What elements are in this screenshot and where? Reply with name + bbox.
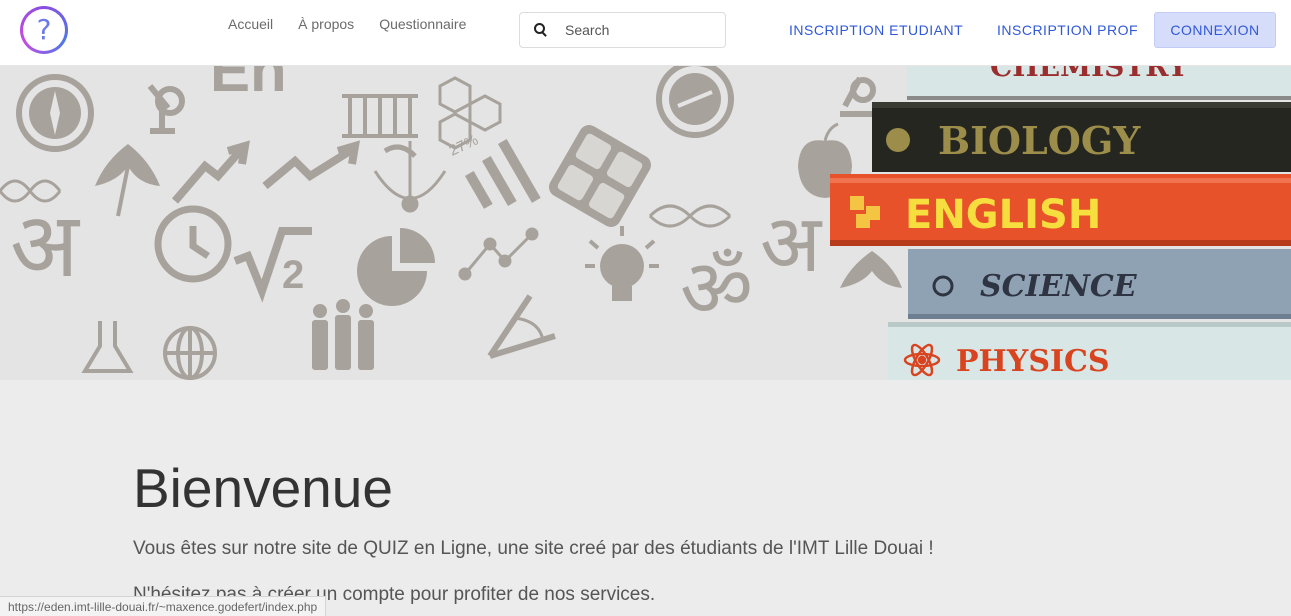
intro-paragraph: Vous êtes sur notre site de QUIZ en Lign… (133, 538, 934, 559)
connexion-button[interactable]: CONNEXION (1154, 12, 1276, 48)
hero-banner: 27% 2 ॐ अ अ En CHEMISTRY BIOLOGY ENGLISH… (0, 66, 1291, 380)
hero-illustration: 27% 2 ॐ अ अ En CHEMISTRY BIOLOGY ENGLISH… (0, 66, 1291, 380)
leaf-icon (840, 251, 902, 288)
book-chemistry-label: CHEMISTRY (990, 66, 1189, 83)
pie-chart-icon (357, 228, 435, 306)
alphabet-blocks-icon (850, 196, 864, 210)
pendulum-icon (373, 141, 447, 213)
hindi-letter-icon: अ (760, 197, 823, 290)
leaf-icon (95, 144, 160, 217)
welcome-section: Bienvenue Vous êtes sur notre site de QU… (133, 456, 934, 605)
protractor-icon (487, 294, 556, 359)
compass-icon (656, 66, 734, 138)
clock-icon (154, 205, 232, 283)
browser-status-bar: https://eden.imt-lille-douai.fr/~maxence… (0, 596, 327, 616)
molecule-icon (438, 76, 502, 150)
search-icon[interactable] (534, 23, 548, 37)
inscription-etudiant-button[interactable]: INSCRIPTION ETUDIANT (789, 22, 963, 38)
logo-icon[interactable]: ? (20, 6, 68, 54)
light-bulb-icon (585, 226, 659, 301)
book-physics-label: PHYSICS (956, 344, 1110, 379)
nav-link-accueil[interactable]: Accueil (228, 16, 273, 32)
test-tube-rack-icon (342, 94, 418, 138)
bar-chart-icon (465, 139, 541, 209)
book-chemistry: CHEMISTRY (907, 66, 1291, 100)
logo-inner: ? (23, 9, 65, 51)
search-box (519, 12, 726, 48)
nav-link-questionnaire[interactable]: Questionnaire (379, 16, 466, 32)
compass-icon (16, 74, 94, 152)
microscope-icon (147, 84, 185, 134)
brain-icon (886, 128, 910, 152)
trend-arrow-icon (262, 140, 360, 190)
people-group-icon (312, 299, 374, 370)
en-letters-icon: En (210, 66, 287, 104)
page-title: Bienvenue (133, 457, 393, 519)
flask-icon (81, 321, 134, 373)
question-mark-icon: ? (36, 13, 52, 46)
svg-text:2: 2 (282, 253, 304, 297)
hindi-letter-icon: अ (10, 193, 81, 298)
book-english: ENGLISH (830, 174, 1291, 246)
globe-icon (163, 326, 217, 380)
book-science: SCIENCE (908, 249, 1291, 319)
dna-icon (648, 204, 732, 228)
calculator-icon (549, 125, 651, 227)
inscription-prof-button[interactable]: INSCRIPTION PROF (997, 22, 1138, 38)
book-science-label: SCIENCE (980, 269, 1138, 304)
book-biology-label: BIOLOGY (938, 118, 1141, 163)
top-navbar: ? Accueil À propos Questionnaire INSCRIP… (0, 0, 1291, 66)
om-symbol-icon: ॐ (680, 242, 753, 335)
search-input[interactable] (565, 22, 705, 38)
trend-arrow-icon (171, 140, 250, 204)
book-physics: PHYSICS (888, 322, 1291, 380)
nav-link-a-propos[interactable]: À propos (298, 16, 354, 32)
nav-links: Accueil À propos Questionnaire (228, 16, 491, 32)
book-biology: BIOLOGY (872, 102, 1291, 172)
book-english-label: ENGLISH (905, 192, 1101, 238)
line-graph-icon (458, 227, 539, 281)
